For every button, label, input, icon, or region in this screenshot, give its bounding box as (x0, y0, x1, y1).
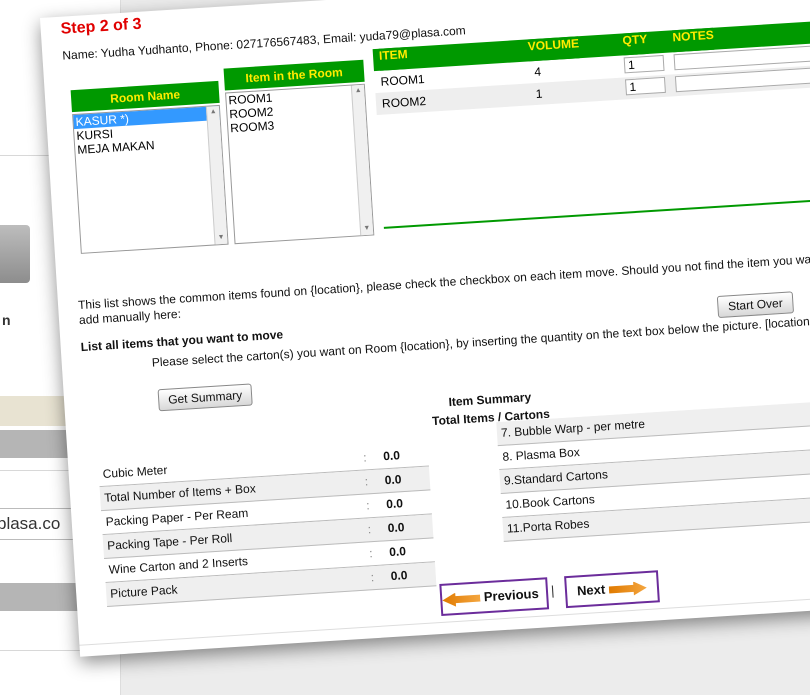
summary-colon: : (367, 522, 372, 537)
previous-label: Previous (483, 585, 540, 605)
qty-column-header: QTY (622, 31, 649, 56)
room-name-list[interactable]: KASUR *) KURSI MEJA MAKAN ▲ ▼ (72, 104, 229, 254)
item-volume: 1 (535, 86, 543, 102)
scroll-up-icon[interactable]: ▲ (352, 85, 365, 98)
instructions-line: This list shows the common items found o… (77, 248, 810, 313)
start-over-button[interactable]: Start Over (716, 291, 795, 319)
qty-input[interactable] (625, 76, 666, 96)
scrollbar[interactable]: ▲ ▼ (350, 84, 374, 236)
booking-step-card: Step 2 of 3 Name: Yudha Yudhanto, Phone:… (40, 0, 810, 657)
summary-colon: : (365, 498, 371, 513)
arrow-right-icon (608, 581, 647, 597)
summary-colon: : (370, 570, 375, 585)
item-name: ROOM1 (380, 71, 426, 89)
summary-value: 0.0 (388, 544, 407, 560)
get-summary-button[interactable]: Get Summary (157, 383, 253, 412)
summary-value: 0.0 (390, 568, 408, 584)
next-label: Next (576, 581, 606, 599)
side-label: n (2, 312, 11, 328)
summary-value: 0.0 (387, 520, 405, 536)
scroll-down-icon[interactable]: ▼ (361, 223, 374, 236)
scrollbar[interactable]: ▲ ▼ (205, 105, 228, 245)
summary-value: 0.0 (382, 448, 401, 464)
next-button[interactable]: Next (564, 570, 660, 609)
item-column-header: ITEM (378, 46, 409, 71)
previous-button[interactable]: Previous (439, 577, 550, 616)
summary-label: Cubic Meter (102, 462, 168, 481)
summary-left-table: Cubic Meter:0.0 Total Number of Items + B… (98, 442, 437, 607)
summary-value: 0.0 (385, 496, 404, 512)
summary-right-table: 7. Bubble Warp - per metre 8. Plasma Box 9… (496, 400, 810, 542)
nav-separator: | (550, 582, 555, 599)
summary-colon: : (362, 450, 368, 465)
scroll-up-icon[interactable]: ▲ (207, 106, 220, 119)
item-in-room-list[interactable]: ROOM1 ROOM2 ROOM3 ▲ ▼ (225, 83, 375, 245)
notes-column-header: NOTES (672, 27, 715, 53)
summary-label: Picture Pack (109, 582, 178, 601)
volume-column-header: VOLUME (527, 36, 580, 62)
summary-colon: : (368, 546, 374, 561)
summary-value: 0.0 (384, 472, 402, 488)
qty-input[interactable] (623, 54, 665, 74)
item-volume: 4 (533, 64, 542, 80)
summary-colon: : (364, 474, 369, 489)
box-icon (0, 225, 30, 283)
step-title: Step 2 of 3 (60, 15, 143, 38)
item-name: ROOM2 (381, 93, 427, 111)
divider (383, 194, 810, 229)
arrow-left-icon (442, 591, 481, 607)
scroll-down-icon[interactable]: ▼ (215, 232, 228, 245)
